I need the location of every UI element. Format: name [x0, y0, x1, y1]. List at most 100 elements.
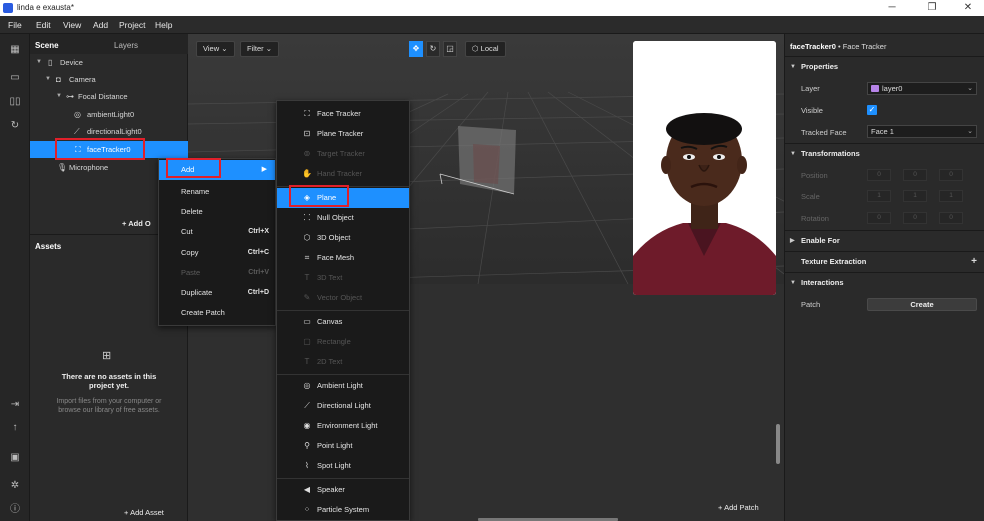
chevron-down-icon[interactable]: ▼ [45, 71, 51, 88]
spot-light-icon: ⌇ [305, 461, 309, 470]
create-patch-button[interactable]: Create [867, 298, 977, 311]
position-label: Position [801, 171, 828, 180]
sub-item-spot-light[interactable]: ⌇ Spot Light [277, 456, 409, 476]
view-dropdown[interactable]: View ⌄ [196, 41, 235, 57]
bug-icon[interactable]: ✲ [8, 480, 22, 492]
video-icon[interactable]: ▭ [8, 72, 22, 84]
minimize-button[interactable]: ─ [880, 0, 904, 16]
sub-item-vector-object: ✎ Vector Object [277, 288, 409, 308]
tab-layers[interactable]: Layers [114, 41, 138, 50]
ctx-item-create-patch[interactable]: Create Patch [159, 303, 275, 323]
tree-item-ambient-light[interactable]: ◎ ambientLight0 [30, 106, 188, 123]
sub-item-environment-light[interactable]: ◉ Environment Light [277, 416, 409, 436]
sub-item-particle-system[interactable]: ⁘ Particle System [277, 500, 409, 520]
tree-item-device[interactable]: ▼ ▯ Device [30, 54, 188, 71]
sub-item-target-tracker: ⊚ Target Tracker [277, 144, 409, 164]
sub-item-directional-light[interactable]: ⟋ Directional Light [277, 396, 409, 416]
inspector-title: faceTracker0 • Face Tracker [790, 42, 887, 51]
ctx-item-copy[interactable]: Copy Ctrl+C [159, 243, 275, 263]
sub-item-face-tracker[interactable]: ⛶ Face Tracker [277, 104, 409, 124]
folder-icon[interactable]: ▣ [8, 452, 22, 464]
chevron-down-icon[interactable]: ▼ [56, 88, 62, 105]
ctx-item-delete[interactable]: Delete [159, 202, 275, 222]
add-object-button[interactable]: + Add O [122, 219, 151, 228]
menu-divider [277, 478, 409, 479]
tracked-face-label: Tracked Face [801, 128, 847, 137]
assets-title: Assets [35, 242, 62, 251]
particle-system-icon: ⁘ [303, 505, 311, 514]
menu-help[interactable]: Help [155, 20, 172, 30]
plus-icon[interactable]: + [971, 252, 977, 272]
help-icon[interactable]: ⓘ [8, 504, 22, 516]
refresh-icon[interactable]: ↻ [8, 120, 22, 132]
section-interactions[interactable]: ▼ Interactions [785, 272, 984, 292]
canvas-icon: ▭ [303, 317, 311, 326]
tracked-face-dropdown[interactable]: Face 1 ⌄ [867, 125, 977, 138]
speaker-icon: ◀ [303, 485, 311, 494]
shortcut-label: Ctrl+D [247, 289, 269, 296]
upload-icon[interactable]: ↑ [8, 422, 22, 434]
sub-item-3d-object[interactable]: ⬡ 3D Object [277, 228, 409, 248]
sub-item-3d-text: T 3D Text [277, 268, 409, 288]
patch-label: Patch [801, 300, 821, 309]
tree-item-label: Microphone [69, 163, 109, 172]
cube-icon: ⬡ [472, 44, 479, 53]
highlight-box-plane [289, 185, 349, 207]
menu-file[interactable]: File [8, 20, 22, 30]
shortcut-label: Ctrl+C [247, 249, 269, 256]
highlight-box-add [166, 158, 221, 178]
scrollbar-thumb[interactable] [776, 424, 780, 464]
chevron-down-icon[interactable]: ▼ [36, 54, 42, 71]
sub-item-speaker[interactable]: ◀ Speaker [277, 480, 409, 500]
maximize-button[interactable]: ❐ [920, 0, 944, 16]
sub-item-2d-text: T 2D Text [277, 352, 409, 372]
add-asset-button[interactable]: + Add Asset [124, 508, 164, 517]
tree-item-focal-distance[interactable]: ▼ ⊶ Focal Distance [30, 88, 188, 105]
sub-item-face-mesh[interactable]: ⌗ Face Mesh [277, 248, 409, 268]
local-toggle[interactable]: ⬡ Local [465, 41, 506, 57]
scale-tool-icon[interactable]: ◲ [443, 41, 457, 57]
add-patch-button[interactable]: + Add Patch [718, 503, 759, 512]
section-texture-extraction[interactable]: Texture Extraction + [785, 251, 984, 271]
tree-item-label: Device [60, 58, 83, 67]
chevron-down-icon: ⌄ [967, 85, 973, 92]
menu-edit[interactable]: Edit [36, 20, 51, 30]
menu-add[interactable]: Add [93, 20, 108, 30]
layer-label: Layer [801, 84, 820, 93]
sub-item-point-light[interactable]: ⚲ Point Light [277, 436, 409, 456]
sub-item-canvas[interactable]: ▭ Canvas [277, 312, 409, 332]
rectangle-icon: ▢ [303, 337, 311, 346]
section-transformations[interactable]: ▼ Transformations [785, 143, 984, 163]
layer-dropdown[interactable]: layer0 ⌄ [867, 82, 977, 95]
microphone-icon: 🎙 [57, 163, 68, 172]
folder-add-icon: ⊞ [102, 350, 112, 362]
tree-item-label: Focal Distance [78, 92, 128, 101]
tree-item-camera[interactable]: ▼ ◘ Camera [30, 71, 188, 88]
menu-project[interactable]: Project [119, 20, 145, 30]
simulator-preview[interactable] [633, 41, 776, 295]
sub-item-plane-tracker[interactable]: ⊡ Plane Tracker [277, 124, 409, 144]
layout-icon[interactable]: ▦ [8, 44, 22, 56]
filter-dropdown[interactable]: Filter ⌄ [240, 41, 280, 57]
section-properties[interactable]: ▼ Properties [785, 56, 984, 76]
move-tool-icon[interactable]: ✥ [409, 41, 423, 57]
menu-view[interactable]: View [63, 20, 81, 30]
pause-icon[interactable]: ▯▯ [8, 96, 22, 108]
ctx-item-rename[interactable]: Rename [159, 182, 275, 202]
sub-item-null-object[interactable]: ⸬ Null Object [277, 208, 409, 228]
close-button[interactable]: ✕ [956, 0, 980, 16]
window-title: linda e exausta* [17, 3, 74, 12]
shortcut-label: Ctrl+V [248, 269, 269, 276]
rotate-tool-icon[interactable]: ↻ [426, 41, 440, 57]
chevron-down-icon: ⌄ [265, 44, 273, 53]
section-enable-for[interactable]: ▶ Enable For [785, 230, 984, 250]
null-object-icon: ⸬ [303, 213, 311, 222]
visible-checkbox[interactable]: ✓ [867, 105, 877, 115]
assets-empty-description: Import files from your computer or brows… [56, 398, 162, 414]
ctx-item-cut[interactable]: Cut Ctrl+X [159, 222, 275, 242]
ctx-item-duplicate[interactable]: Duplicate Ctrl+D [159, 283, 275, 303]
tab-scene[interactable]: Scene [35, 41, 59, 50]
import-icon[interactable]: ⇥ [8, 399, 22, 411]
sub-item-ambient-light[interactable]: ◎ Ambient Light [277, 376, 409, 396]
face-tracker-icon: ⛶ [304, 109, 310, 118]
